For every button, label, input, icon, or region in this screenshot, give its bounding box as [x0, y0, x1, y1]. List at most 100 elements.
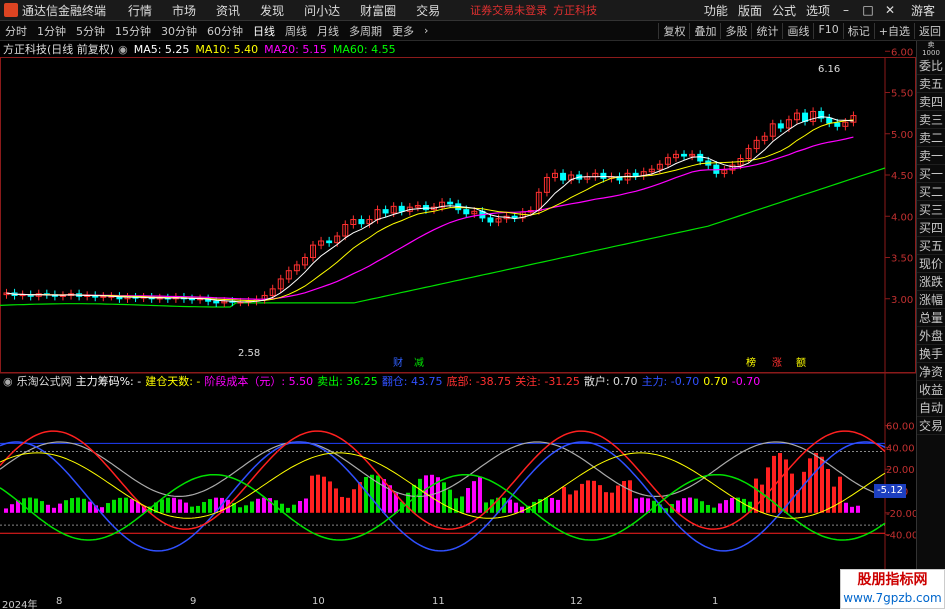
panel-item[interactable]: 买四	[917, 219, 945, 237]
panel-item[interactable]: 涨跌	[917, 273, 945, 291]
histogram-bar	[478, 476, 482, 513]
draw-line-button[interactable]: 画线	[782, 22, 813, 39]
histogram-bar	[514, 502, 518, 513]
menu-formula[interactable]: 公式	[767, 2, 801, 19]
period-daily[interactable]: 日线	[248, 23, 280, 39]
histogram-bar	[250, 501, 254, 513]
histogram-bar	[184, 502, 188, 513]
indicator-flip: 翻仓: 43.75	[381, 375, 443, 388]
panel-item[interactable]: 卖四	[917, 93, 945, 111]
panel-item[interactable]: 买二	[917, 183, 945, 201]
panel-item[interactable]: 自动	[917, 399, 945, 417]
menu-layout[interactable]: 版面	[733, 2, 767, 19]
histogram-bar	[190, 506, 194, 513]
menu-item-trade[interactable]: 交易	[406, 2, 450, 19]
period-5min[interactable]: 5分钟	[71, 23, 110, 39]
histogram-bar	[706, 504, 710, 513]
menu-item-markets[interactable]: 市场	[162, 2, 206, 19]
histogram-bar	[814, 452, 818, 513]
histogram-bar	[592, 480, 596, 513]
period-monthly[interactable]: 月线	[312, 23, 344, 39]
period-more[interactable]: 更多	[387, 23, 419, 39]
panel-item[interactable]: 卖五	[917, 75, 945, 93]
menu-options[interactable]: 选项	[801, 2, 835, 19]
histogram-bar	[166, 497, 170, 513]
menu-item-wealth[interactable]: 财富圈	[350, 2, 406, 19]
title-bar: 通达信金融终端 行情 市场 资讯 发现 问小达 财富圈 交易 证券交易未登录 方…	[0, 0, 945, 21]
overlay-button[interactable]: 叠加	[689, 22, 720, 39]
panel-item[interactable]: 买五	[917, 237, 945, 255]
panel-item[interactable]: 换手	[917, 345, 945, 363]
toolbar-right: 复权 叠加 多股 统计 画线 F10 标记 +自选 返回	[658, 22, 945, 39]
histogram-bar	[106, 503, 110, 513]
histogram-bar	[850, 506, 854, 513]
price-axis-label: 4.00	[891, 212, 913, 223]
panel-item[interactable]: 总量	[917, 309, 945, 327]
histogram-bar	[448, 489, 452, 513]
stats-button[interactable]: 统计	[751, 22, 782, 39]
period-30min[interactable]: 30分钟	[156, 23, 202, 39]
chart-canvas[interactable]: 6.005.505.004.504.003.503.006.162.58财减榜涨…	[0, 41, 916, 596]
date-label-year: 2024年	[2, 600, 38, 609]
f10-button[interactable]: F10	[813, 22, 842, 39]
menu-function[interactable]: 功能	[699, 2, 733, 19]
close-icon[interactable]: ✕	[879, 1, 901, 19]
menu-item-discover[interactable]: 发现	[250, 2, 294, 19]
panel-item[interactable]: 卖一	[917, 147, 945, 165]
panel-item[interactable]: 涨幅	[917, 291, 945, 309]
mark-button[interactable]: 标记	[842, 22, 874, 39]
period-tick[interactable]: 分时	[0, 23, 32, 39]
panel-item[interactable]: 交易	[917, 417, 945, 435]
histogram-bar	[826, 468, 830, 513]
period-15min[interactable]: 15分钟	[110, 23, 156, 39]
back-button[interactable]: 返回	[914, 22, 945, 39]
login-status[interactable]: 证券交易未登录	[470, 2, 547, 18]
adjust-button[interactable]: 复权	[658, 22, 689, 39]
panel-item[interactable]: 外盘	[917, 327, 945, 345]
guest-button[interactable]: 游客	[911, 2, 935, 19]
menu-item-market[interactable]: 行情	[118, 2, 162, 19]
panel-item[interactable]: 卖三	[917, 111, 945, 129]
menu-item-ask[interactable]: 问小达	[294, 2, 350, 19]
indicator-sell: 卖出: 36.25	[317, 375, 378, 388]
indicator-stage-cost: 阶段成本（元）: 5.50	[204, 375, 314, 388]
panel-item[interactable]: 现价	[917, 255, 945, 273]
panel-item[interactable]: 卖二	[917, 129, 945, 147]
event-mark: 额	[796, 356, 806, 369]
histogram-bar	[556, 499, 560, 513]
minimize-icon[interactable]: –	[835, 1, 857, 19]
date-label: 10	[312, 596, 325, 607]
period-weekly[interactable]: 周线	[280, 23, 312, 39]
histogram-bar	[634, 498, 638, 513]
panel-item[interactable]: 净资	[917, 363, 945, 381]
candle-body	[777, 123, 784, 129]
chevron-right-icon[interactable]: ›	[419, 24, 433, 37]
panel-item[interactable]: 买三	[917, 201, 945, 219]
histogram-bar	[292, 504, 296, 513]
watermark-url: www.7gpzb.com	[843, 591, 942, 605]
add-favorite-button[interactable]: +自选	[873, 22, 914, 39]
settings-icon[interactable]: ◉	[118, 43, 128, 56]
histogram-bar	[580, 483, 584, 513]
panel-item[interactable]: 买一	[917, 165, 945, 183]
histogram-bar	[334, 488, 338, 513]
panel-item[interactable]: 委比	[917, 57, 945, 75]
period-60min[interactable]: 60分钟	[202, 23, 248, 39]
indicator-settings-icon[interactable]: ◉	[3, 375, 13, 388]
histogram-bar	[838, 476, 842, 513]
maximize-icon[interactable]: □	[857, 1, 879, 19]
indicator-main: 主力: -0.70	[641, 375, 700, 388]
multi-stock-button[interactable]: 多股	[720, 22, 751, 39]
panel-item[interactable]: 收益	[917, 381, 945, 399]
histogram-bar	[598, 485, 602, 513]
menu-item-news[interactable]: 资讯	[206, 2, 250, 19]
histogram-bar	[574, 490, 578, 513]
date-label: 9	[190, 596, 197, 607]
panel-top-label-b: 1000	[922, 49, 940, 57]
candle-body	[213, 300, 220, 304]
period-1min[interactable]: 1分钟	[32, 23, 71, 39]
indicator-axis-label: -40.00	[886, 531, 916, 542]
ma5-label: MA5: 5.25	[133, 42, 190, 56]
histogram-bar	[730, 498, 734, 513]
period-multi[interactable]: 多周期	[344, 23, 387, 39]
